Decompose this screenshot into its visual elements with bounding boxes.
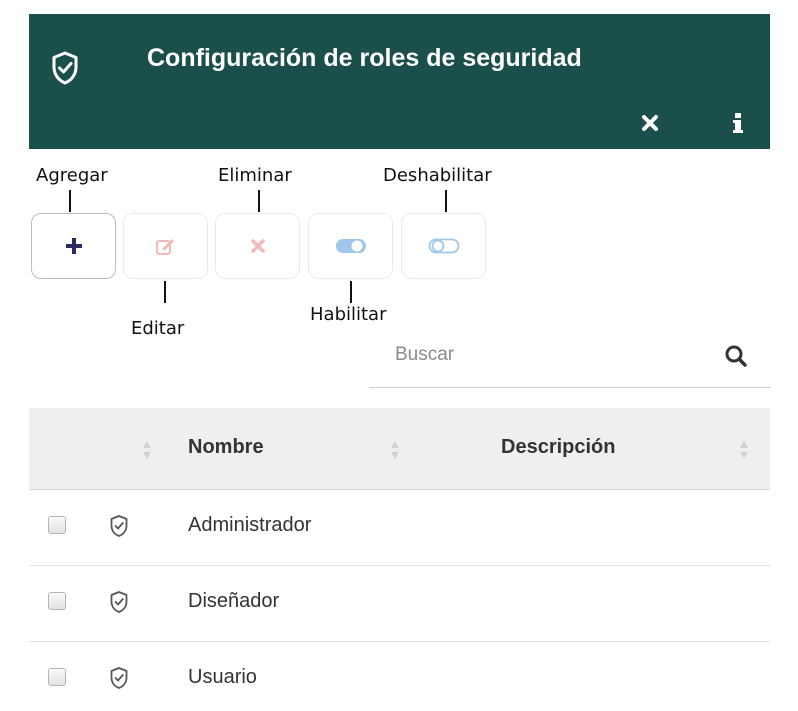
table-row[interactable]: Diseñador [29, 566, 770, 642]
role-name: Usuario [188, 666, 257, 688]
column-header-name[interactable]: Nombre [188, 436, 264, 459]
search-box [369, 330, 770, 388]
shield-check-icon [110, 591, 128, 613]
info-icon[interactable] [731, 112, 745, 134]
role-name: Diseñador [188, 590, 280, 612]
delete-button[interactable] [215, 213, 300, 279]
dialog-header: Configuración de roles de seguridad [29, 14, 770, 149]
callout-add-line [69, 190, 71, 212]
search-input[interactable] [395, 340, 695, 370]
disable-button[interactable] [401, 213, 486, 279]
dialog-title: Configuración de roles de seguridad [147, 44, 582, 72]
sort-icon[interactable] [142, 438, 152, 462]
toggle-off-icon [428, 238, 459, 254]
shield-check-icon [110, 515, 128, 537]
callout-enable: Habilitar [310, 304, 387, 325]
shield-check-icon [52, 51, 78, 85]
close-icon [250, 239, 265, 253]
callout-disable: Deshabilitar [383, 165, 492, 186]
sort-icon[interactable] [390, 438, 400, 462]
callout-edit: Editar [131, 318, 185, 339]
close-icon [642, 115, 658, 131]
search-icon[interactable] [724, 344, 748, 368]
toggle-on-icon [335, 239, 366, 253]
shield-check-icon [110, 667, 128, 689]
enable-button[interactable] [308, 213, 393, 279]
edit-button[interactable] [123, 213, 208, 279]
row-checkbox[interactable] [48, 592, 66, 610]
row-checkbox[interactable] [48, 516, 66, 534]
table-row[interactable]: Usuario [29, 642, 770, 711]
callout-disable-line [445, 190, 447, 212]
callout-delete-line [258, 190, 260, 212]
callout-add: Agregar [36, 165, 108, 186]
plus-icon [65, 238, 82, 254]
edit-icon [155, 239, 174, 255]
sort-icon[interactable] [739, 438, 749, 462]
callout-delete: Eliminar [218, 165, 292, 186]
column-header-description[interactable]: Descripción [501, 436, 615, 459]
role-name: Administrador [188, 514, 312, 536]
callout-enable-line [350, 281, 352, 303]
close-button[interactable] [640, 113, 660, 133]
add-button[interactable] [31, 213, 116, 279]
callout-edit-line [164, 281, 166, 303]
row-checkbox[interactable] [48, 668, 66, 686]
table-row[interactable]: Administrador [29, 490, 770, 566]
table-header: Nombre Descripción [29, 408, 770, 490]
